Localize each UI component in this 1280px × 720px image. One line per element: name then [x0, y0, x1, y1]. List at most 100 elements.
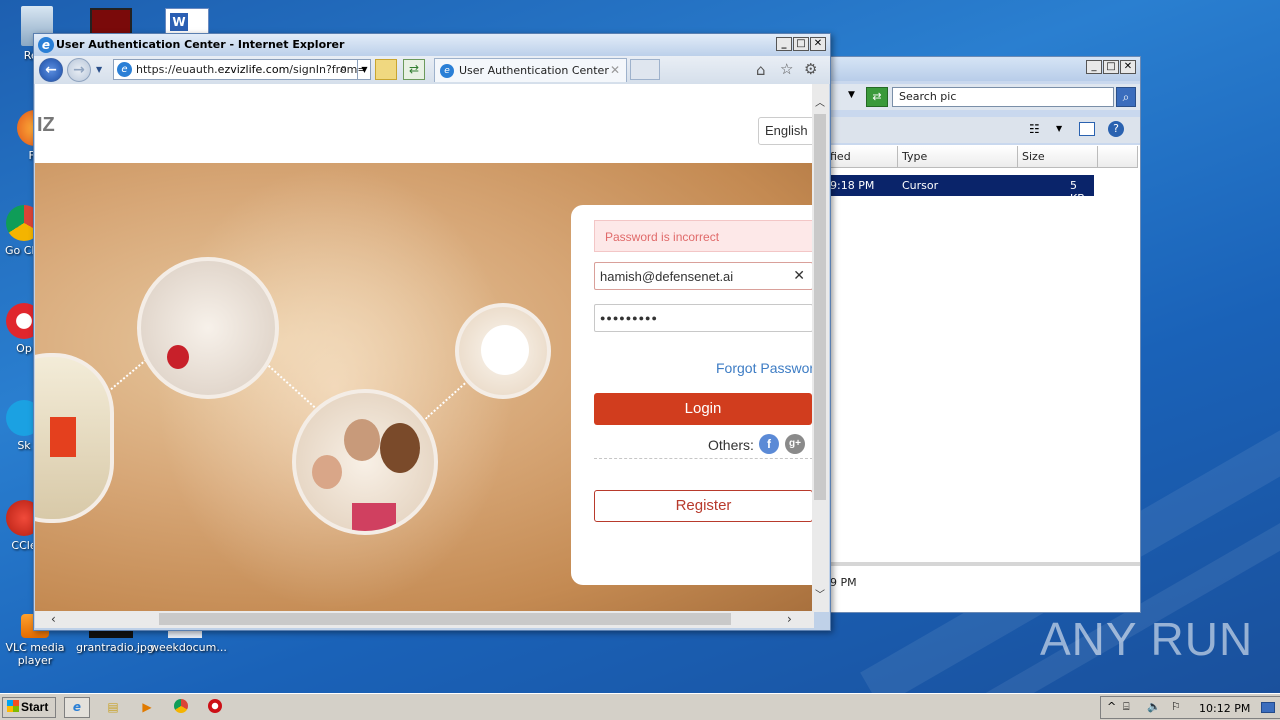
opera-icon — [208, 699, 222, 713]
windows-logo-icon — [7, 700, 19, 712]
error-message: Password is incorrect — [594, 220, 813, 252]
preview-pane-icon[interactable] — [1079, 122, 1095, 136]
explorer-file-list: fied Type Size 9:18 PM Cursor 5 KB — [826, 145, 1140, 562]
lock-icon[interactable] — [375, 59, 397, 80]
forward-arrow-icon[interactable]: → — [67, 58, 91, 82]
password-field[interactable]: ●●●●●●●●● — [594, 304, 813, 332]
taskbar-chrome-icon[interactable] — [168, 697, 194, 718]
taskbar-internet-explorer-icon[interactable]: e — [64, 697, 90, 718]
google-plus-icon[interactable]: g+ — [785, 434, 805, 454]
search-icon[interactable]: ⌕ — [340, 61, 347, 76]
login-button[interactable]: Login — [594, 393, 812, 425]
desktop-icon-label: weekdocum... — [150, 641, 227, 654]
explorer-titlebar[interactable]: _ □ ✕ — [826, 57, 1140, 81]
scrollbar-thumb[interactable] — [159, 613, 731, 625]
tab-close-icon[interactable]: ✕ — [610, 63, 620, 77]
maximize-button[interactable]: □ — [1103, 60, 1119, 74]
search-input[interactable]: Search pic — [892, 87, 1114, 107]
chrome-icon — [174, 699, 188, 713]
taskbar-media-player-icon[interactable]: ▶ — [134, 697, 160, 718]
chevron-down-icon[interactable]: ▼ — [357, 59, 371, 80]
help-icon[interactable]: ? — [1108, 121, 1124, 137]
address-bar[interactable]: e https://euauth.ezvizlife.com/signIn?fr… — [113, 59, 371, 80]
web-page: IZ English Password is incorrect hamish@… — [35, 84, 814, 612]
search-icon[interactable]: ⌕ — [1116, 87, 1136, 107]
show-desktop-icon[interactable] — [1261, 702, 1275, 713]
file-modified: 9:18 PM — [830, 179, 875, 192]
red-toy — [167, 345, 189, 369]
start-button[interactable]: Start — [2, 697, 56, 718]
horizontal-scrollbar[interactable]: ‹ › — [35, 611, 814, 628]
home-icon[interactable]: ⌂ — [756, 61, 766, 79]
email-value: hamish@defensenet.ai — [600, 269, 734, 284]
explorer-window: _ □ ✕ ▼ ⇄ Search pic ⌕ ☷ ▼ ? fied Type S… — [825, 56, 1141, 613]
browser-tab[interactable]: e User Authentication Center ✕ — [434, 58, 627, 82]
refresh-icon[interactable]: ⇄ — [866, 87, 888, 107]
chevron-down-icon[interactable]: ▼ — [96, 65, 102, 74]
column-header-size[interactable]: Size — [1018, 146, 1098, 168]
back-arrow-icon[interactable]: ← — [39, 58, 63, 82]
chevron-down-icon[interactable]: ▼ — [848, 90, 855, 100]
chevron-down-icon[interactable]: ▼ — [1056, 124, 1062, 133]
desktop-icon-label: grantradio.jpg — [76, 641, 154, 654]
maximize-button[interactable]: □ — [793, 37, 809, 51]
action-center-flag-icon[interactable]: ⚐ — [1171, 700, 1181, 713]
wardrobe-photo — [35, 353, 114, 523]
column-header-extra[interactable] — [1098, 146, 1138, 168]
clear-input-icon[interactable]: ✕ — [793, 267, 805, 284]
desktop-icon-label: VLC media player — [5, 641, 65, 667]
url-domain: ezvizlife.com — [217, 63, 290, 76]
network-icon[interactable]: ⌸ — [1123, 700, 1130, 714]
start-label: Start — [21, 700, 49, 714]
child-face — [312, 455, 342, 489]
email-field[interactable]: hamish@defensenet.ai ✕ — [594, 262, 813, 290]
explorer-details-pane: 9 PM — [826, 562, 1140, 612]
close-button[interactable]: ✕ — [810, 37, 826, 51]
desktop-icon-label: Op — [16, 342, 32, 355]
scroll-down-icon[interactable]: ﹀ — [815, 586, 825, 601]
others-label: Others: — [708, 437, 754, 453]
file-row-selected[interactable]: 9:18 PM Cursor 5 KB — [826, 175, 1094, 205]
desktop-icon-label: Sk — [17, 439, 31, 452]
word-document-icon[interactable]: W — [165, 8, 209, 36]
tray-expand-icon[interactable]: ^ — [1107, 700, 1116, 713]
compatibility-view-icon[interactable]: ⇄ — [403, 59, 425, 80]
taskbar-explorer-icon[interactable]: ▤ — [100, 697, 126, 718]
close-button[interactable]: ✕ — [1120, 60, 1136, 74]
tools-gear-icon[interactable]: ⚙ — [804, 60, 817, 78]
ie-page-icon: e — [117, 62, 132, 77]
clock[interactable]: 10:12 PM — [1199, 702, 1250, 715]
favorites-star-icon[interactable]: ☆ — [780, 60, 793, 78]
scroll-up-icon[interactable]: ︿ — [815, 94, 825, 109]
internet-explorer-icon: e — [38, 37, 54, 53]
language-selector[interactable]: English — [758, 117, 814, 145]
login-panel: Password is incorrect hamish@defensenet.… — [571, 205, 814, 585]
file-type: Cursor — [902, 179, 939, 192]
scrollbar-thumb[interactable] — [814, 114, 826, 500]
scroll-left-icon[interactable]: ‹ — [51, 612, 56, 626]
vertical-scrollbar[interactable]: ︿ ﹀ — [812, 84, 829, 612]
url-suffix: /signIn?from= — [289, 63, 367, 76]
social-login-row: Others: f g+ — [594, 433, 813, 459]
minimize-button[interactable]: _ — [1086, 60, 1102, 74]
sleeping-child-photo — [137, 257, 279, 399]
column-header-date-modified[interactable]: fied — [826, 146, 898, 168]
column-header-type[interactable]: Type — [898, 146, 1018, 168]
volume-icon[interactable]: 🔈 — [1147, 700, 1161, 713]
ie-titlebar[interactable]: e User Authentication Center - Internet … — [34, 34, 830, 56]
new-tab-button[interactable] — [630, 59, 660, 80]
pdf-icon[interactable] — [90, 8, 132, 36]
facebook-icon[interactable]: f — [759, 434, 779, 454]
forgot-password-link[interactable]: Forgot Password — [716, 360, 814, 376]
ezviz-logo[interactable]: IZ — [37, 114, 55, 137]
explorer-window-controls: _ □ ✕ — [1086, 60, 1136, 74]
view-options-icon[interactable]: ☷ — [1029, 122, 1040, 136]
system-tray: ^ ⌸ 🔈 ⚐ 10:12 PM — [1100, 696, 1280, 719]
explorer-toolbar: ☷ ▼ ? — [826, 117, 1140, 143]
scroll-right-icon[interactable]: › — [787, 612, 792, 626]
white-dog — [481, 325, 529, 375]
minimize-button[interactable]: _ — [776, 37, 792, 51]
register-button[interactable]: Register — [594, 490, 813, 522]
word-w-glyph: W — [170, 13, 188, 31]
taskbar-opera-icon[interactable] — [202, 697, 228, 718]
